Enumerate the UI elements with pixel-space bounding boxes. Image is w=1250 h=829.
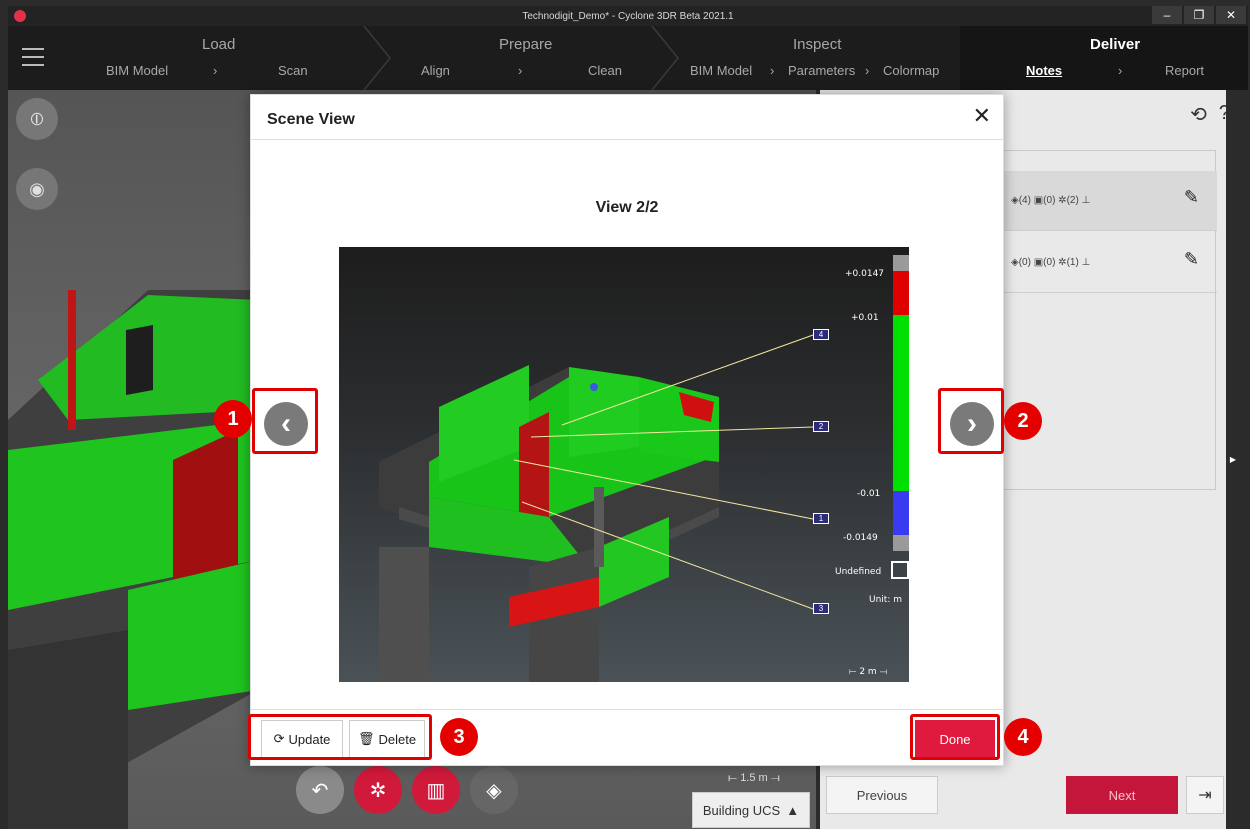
nav-group-inspect: Inspect BIM Model › Parameters › Colorma…: [688, 26, 958, 90]
scene-view-dialog: Scene View ✕ View 2/2 4 2 1 3 +0.0147 +0…: [250, 94, 1004, 766]
nav-step-notes[interactable]: Notes: [1026, 63, 1062, 78]
colorbar-undefined-label: Undefined: [835, 567, 882, 577]
annotation-icon[interactable]: ✲: [354, 766, 402, 814]
nav-step-bim-model-inspect[interactable]: BIM Model: [690, 63, 752, 78]
window-title: Technodigit_Demo* - Cyclone 3DR Beta 202…: [522, 10, 734, 22]
colorbar-below: [893, 491, 909, 535]
note-tag-label: 4: [813, 329, 829, 340]
ucs-selector[interactable]: Building UCS ▲: [692, 792, 810, 828]
exit-icon[interactable]: ⇥: [1186, 776, 1224, 814]
callout-badge: 4: [1004, 718, 1042, 756]
visibility-eye-icon[interactable]: ◉: [16, 168, 58, 210]
nav-step-bim-model[interactable]: BIM Model: [106, 63, 168, 78]
divider: [251, 139, 1003, 140]
chevron-right-icon: ›: [1118, 63, 1123, 78]
hamburger-menu-icon[interactable]: [22, 48, 44, 66]
unit-label: Unit: m: [869, 595, 902, 605]
note-tag-label: 2: [813, 421, 829, 432]
scale-bar: ⟝ 1.5 m ⟞: [728, 772, 780, 784]
nav-step-clean[interactable]: Clean: [588, 63, 622, 78]
chevron-right-icon: ›: [770, 63, 775, 78]
callout-badge: 3: [440, 718, 478, 756]
callout-badge: 1: [214, 400, 252, 438]
restore-button[interactable]: ❐: [1184, 6, 1214, 24]
nav-divider: [363, 26, 391, 90]
divider: [251, 709, 1003, 710]
nav-group-title: Prepare: [499, 36, 553, 53]
reset-icon[interactable]: ⟲: [1190, 102, 1207, 127]
ucs-label: Building UCS: [702, 802, 781, 818]
cyclone-logo-icon: [14, 10, 26, 22]
note-tag-label: 3: [813, 603, 829, 614]
view-counter: View 2/2: [595, 199, 659, 216]
previous-button[interactable]: Previous: [826, 776, 938, 814]
chevron-right-icon: ›: [865, 63, 870, 78]
nav-step-colormap[interactable]: Colormap: [883, 63, 939, 78]
close-window-button[interactable]: ✕: [1216, 6, 1246, 24]
workflow-nav: Load BIM Model › Scan Prepare Align › Cl…: [8, 26, 1248, 90]
note-counts: ◈(4) ▣(0) ✲(2) ⊥: [1011, 195, 1091, 206]
scene-snapshot: 4 2 1 3 +0.0147 +0.01 -0.01 -0.0149 Unde…: [339, 247, 909, 682]
minimize-button[interactable]: –: [1152, 6, 1182, 24]
close-icon[interactable]: ✕: [973, 105, 991, 127]
colorbar-max: +0.0147: [845, 269, 885, 279]
caret-up-icon: ▲: [786, 802, 800, 818]
nav-group-title: Deliver: [1090, 36, 1141, 53]
nav-step-parameters[interactable]: Parameters: [788, 63, 855, 78]
nav-group-load: Load BIM Model › Scan: [78, 26, 378, 90]
deviation-colorbar: [893, 255, 909, 551]
colorbar-lower: -0.01: [857, 489, 881, 499]
colorbar-out-bottom: [893, 535, 909, 551]
nav-step-scan[interactable]: Scan: [278, 63, 308, 78]
colorbar-above: [893, 271, 909, 315]
next-view-arrow-icon[interactable]: ›: [950, 402, 994, 446]
window-controls: – ❐ ✕: [1152, 6, 1246, 26]
title-bar: Technodigit_Demo* - Cyclone 3DR Beta 202…: [8, 6, 1248, 26]
chevron-right-icon: ›: [213, 63, 218, 78]
nav-group-title: Load: [202, 36, 236, 53]
delete-tag-icon[interactable]: ◈: [470, 766, 518, 814]
collapse-panel-icon[interactable]: ▶: [1226, 90, 1240, 829]
app-window: Technodigit_Demo* - Cyclone 3DR Beta 202…: [0, 0, 1250, 829]
highlight-box: [910, 714, 1000, 760]
edit-pencil-icon[interactable]: ✎: [1184, 249, 1199, 270]
undefined-swatch: [891, 561, 909, 579]
nav-step-report[interactable]: Report: [1165, 63, 1204, 78]
highlight-box: [248, 714, 432, 760]
panel-toolbar: ⟲ ?: [1190, 102, 1230, 127]
note-tag-label: 1: [813, 513, 829, 524]
colorbar-within: [893, 315, 909, 491]
undo-arrow-icon[interactable]: ↶: [296, 766, 344, 814]
dialog-title: Scene View: [267, 111, 355, 128]
previous-view-arrow-icon[interactable]: ‹: [264, 402, 308, 446]
note-counts: ◈(0) ▣(0) ✲(1) ⊥: [1011, 257, 1091, 268]
chevron-right-icon: ›: [518, 63, 523, 78]
snapshot-render: [379, 334, 814, 682]
nav-group-title: Inspect: [793, 36, 842, 53]
nav-divider: [651, 26, 679, 90]
fit-view-icon[interactable]: ⦶: [16, 98, 58, 140]
callout-badge: 2: [1004, 402, 1042, 440]
nav-group-deliver: Deliver Notes › Report: [960, 26, 1248, 90]
colorbar-upper: +0.01: [851, 313, 879, 323]
snapshot-scale-bar: ⟝ 2 m ⟞: [849, 667, 888, 677]
next-button[interactable]: Next: [1066, 776, 1178, 814]
colorbar-min: -0.0149: [843, 533, 878, 543]
section-view-icon[interactable]: ▥: [412, 766, 460, 814]
edit-pencil-icon[interactable]: ✎: [1184, 187, 1199, 208]
nav-step-align[interactable]: Align: [421, 63, 450, 78]
colorbar-out-top: [893, 255, 909, 271]
